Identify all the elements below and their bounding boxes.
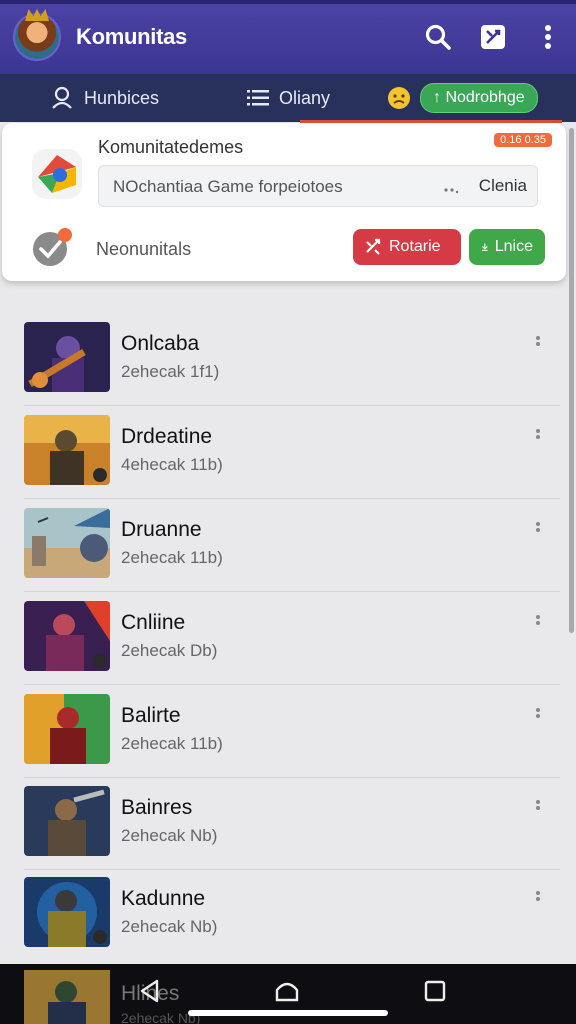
list-item[interactable]: Kadunne 2ehecak Nb)	[0, 851, 560, 947]
list-item[interactable]: Cnliine 2ehecak Db)	[0, 575, 560, 685]
app-title: Komunitas	[76, 24, 187, 49]
game-name: Druanne	[121, 518, 202, 541]
button-label: Rotarie	[389, 238, 441, 255]
game-meta: 2ehecak Nb)	[121, 917, 218, 936]
download-icon	[481, 243, 488, 251]
tab-bar: Hunbices Oliany ↑ Nodrobhge	[0, 74, 576, 122]
tab-pill-prefix: ↑	[433, 89, 441, 106]
game-meta: 2ehecak 11b)	[121, 548, 223, 567]
edit-icon[interactable]	[478, 22, 508, 52]
list-icon	[247, 90, 269, 106]
game-name: Balirte	[121, 704, 181, 727]
game-thumbnail	[24, 508, 110, 578]
community-logo-icon	[32, 149, 82, 199]
more-vert-icon[interactable]	[532, 706, 544, 726]
list-item[interactable]: Bainres 2ehecak Nb)	[0, 760, 560, 870]
app-bar: Komunitas	[0, 0, 576, 74]
more-vert-icon[interactable]	[533, 22, 563, 52]
search-icon[interactable]	[423, 22, 453, 52]
game-thumbnail	[24, 786, 110, 856]
status-strip	[0, 0, 576, 4]
recent-apps-icon[interactable]	[422, 978, 448, 1004]
more-vert-icon[interactable]	[532, 334, 544, 354]
avatar[interactable]	[13, 13, 61, 61]
tab-label: Oliany	[279, 87, 331, 108]
tab-pill[interactable]: ↑ Nodrobhge	[420, 83, 538, 113]
game-name: Bainres	[121, 796, 193, 819]
game-meta: 4ehecak 11b)	[121, 455, 223, 474]
lnice-button[interactable]: Lnice	[469, 229, 545, 265]
list-item[interactable]: Balirte 2ehecak 11b)	[0, 668, 560, 778]
more-vert-icon[interactable]	[532, 798, 544, 818]
game-thumbnail	[24, 877, 110, 947]
dots-icon	[444, 188, 459, 194]
list-item[interactable]: Onlcaba 2ehecak 1f1)	[0, 296, 560, 406]
rotarie-button[interactable]: Rotarie	[353, 229, 461, 265]
home-indicator[interactable]	[188, 1010, 388, 1016]
game-thumbnail	[24, 415, 110, 485]
game-thumbnail	[24, 322, 110, 392]
shuffle-icon	[366, 238, 381, 255]
search-field-text: NOchantiaa Game forpeiotoes	[113, 177, 343, 196]
card-heading: Komunitatedemes	[98, 137, 244, 157]
community-search-field[interactable]: NOchantiaa Game forpeiotoes Clenia	[98, 165, 538, 207]
card-badge: 0.16 0.35	[494, 133, 552, 147]
emoji-icon	[388, 87, 410, 109]
community-card: 0.16 0.35 Komunitatedemes NOchantiaa Gam…	[2, 123, 566, 281]
check-avatar-icon[interactable]	[32, 227, 72, 267]
game-thumbnail	[24, 601, 110, 671]
game-name: Cnliine	[121, 611, 186, 634]
card-footer-text: Neonunitals	[96, 239, 192, 259]
game-name: Kadunne	[121, 887, 206, 910]
list-item[interactable]: Druanne 2ehecak 11b)	[0, 482, 560, 592]
game-thumbnail	[24, 970, 110, 1024]
game-meta: 2ehecak Nb)	[121, 826, 218, 845]
tab-label: Nodrobhge	[445, 89, 525, 106]
game-name: Onlcaba	[121, 332, 200, 355]
game-meta: 2ehecak 11b)	[121, 734, 223, 753]
more-vert-icon[interactable]	[532, 889, 544, 909]
people-icon	[52, 86, 72, 109]
tab-nodrobhge[interactable]: ↑ Nodrobhge	[386, 74, 538, 122]
tab-label: Hunbices	[84, 87, 160, 108]
game-meta: 2ehecak Db)	[121, 641, 218, 660]
game-name: Drdeatine	[121, 425, 213, 448]
game-meta: 2ehecak 1f1)	[121, 362, 220, 381]
tab-oliany[interactable]: Oliany	[245, 74, 330, 122]
home-icon[interactable]	[274, 978, 300, 1004]
tab-hunbices[interactable]: Hunbices	[50, 74, 159, 122]
more-vert-icon[interactable]	[532, 427, 544, 447]
list-item[interactable]: Drdeatine 4ehecak 11b)	[0, 389, 560, 499]
back-icon[interactable]	[137, 978, 163, 1004]
more-vert-icon[interactable]	[532, 520, 544, 540]
button-label: Lnice	[494, 238, 533, 255]
scrollbar[interactable]	[569, 128, 574, 633]
more-vert-icon[interactable]	[532, 613, 544, 633]
search-submit-button[interactable]: Clenia	[479, 176, 527, 196]
game-thumbnail	[24, 694, 110, 764]
